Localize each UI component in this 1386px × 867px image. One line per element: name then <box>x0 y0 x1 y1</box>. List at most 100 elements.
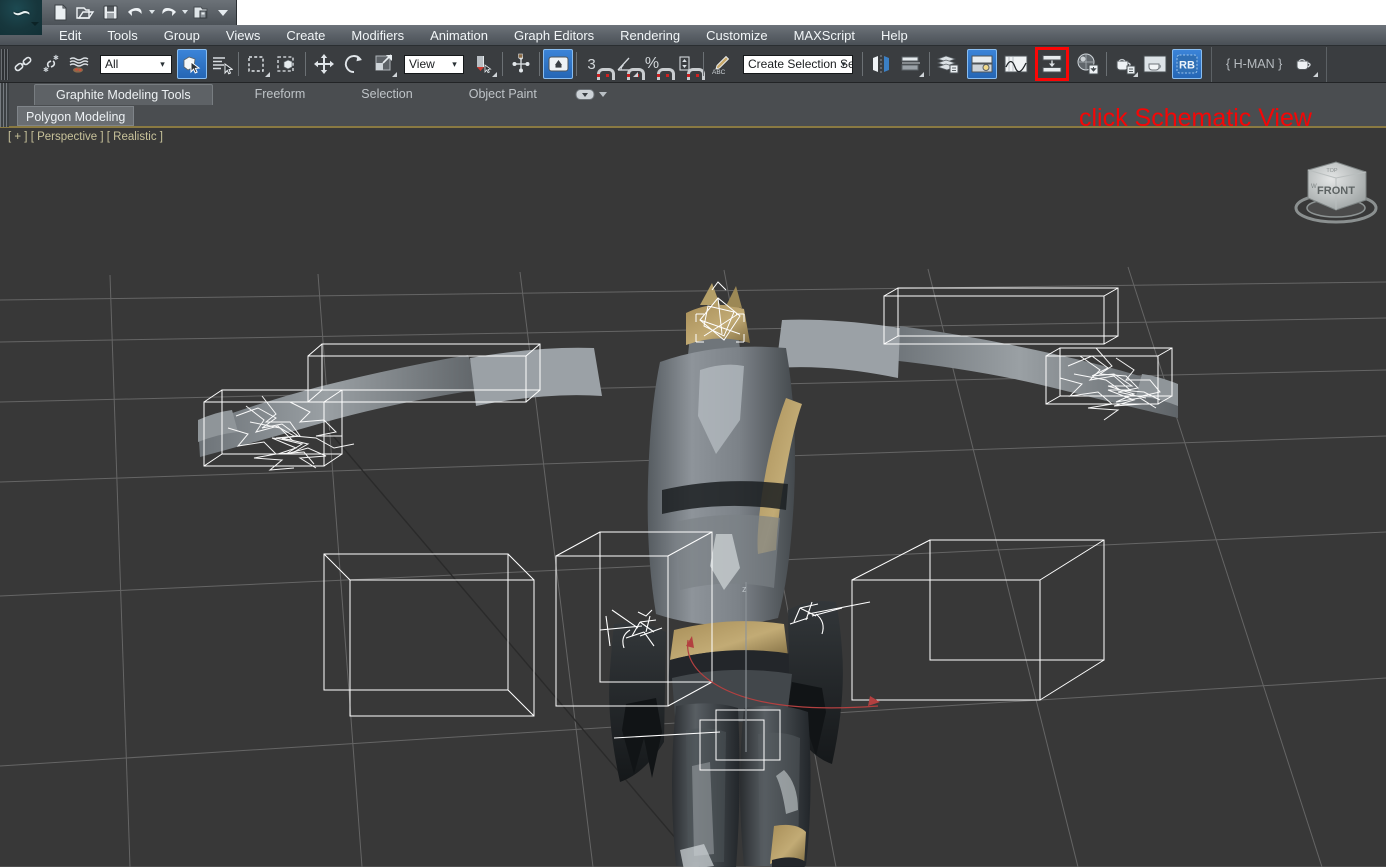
undo-arrow-icon[interactable] <box>123 2 147 23</box>
flyout-caret-icon[interactable] <box>1133 72 1138 77</box>
svg-text:RB: RB <box>1179 60 1195 72</box>
tab-object-paint[interactable]: Object Paint <box>447 84 559 105</box>
snap-magnet-3-icon[interactable]: 3 <box>580 49 615 80</box>
undo-dropdown-caret-icon[interactable] <box>148 2 155 23</box>
angle-snap-magnet-icon[interactable] <box>610 49 645 80</box>
align-icon[interactable] <box>896 49 926 79</box>
selection-filter-combo[interactable]: All ▾ <box>100 54 172 74</box>
toolbar-separator <box>499 51 506 77</box>
chevron-down-icon[interactable]: ▾ <box>154 56 171 73</box>
reference-coordinate-system-value: View <box>409 57 435 71</box>
chevron-down-icon[interactable]: ▾ <box>446 56 463 73</box>
chevron-down-icon[interactable] <box>31 22 39 26</box>
pencil-abc-icon[interactable]: ABC <box>707 49 737 79</box>
window-crossing-cube-icon[interactable] <box>272 49 302 79</box>
percent-snap-magnet-icon[interactable]: % <box>640 49 675 80</box>
unlink-chain-icon[interactable]: ✱ ✱ <box>37 49 65 79</box>
select-by-name-list-icon[interactable] <box>207 49 235 79</box>
manipulate-crosshair-icon[interactable] <box>506 49 536 79</box>
menu-item-group[interactable]: Group <box>151 25 213 46</box>
flyout-caret-icon[interactable] <box>1313 72 1319 77</box>
ribbon-panel-polygon-modeling[interactable]: Polygon Modeling <box>17 105 135 126</box>
teapot-icon[interactable] <box>1290 49 1320 79</box>
quick-access-toolbar-row: ~ <box>0 0 1386 35</box>
keyboard-override-arrow-icon[interactable] <box>543 49 573 79</box>
toolbar-grip[interactable] <box>1 48 9 80</box>
project-folder-icon[interactable] <box>189 2 213 23</box>
viewcube-side-label: W <box>1311 184 1317 190</box>
tab-freeform[interactable]: Freeform <box>233 84 328 105</box>
redo-arrow-icon[interactable] <box>156 2 180 23</box>
scale-square-arrow-icon[interactable] <box>369 49 399 79</box>
menu-item-create[interactable]: Create <box>273 25 338 46</box>
scene-explorer-icon[interactable] <box>967 49 997 79</box>
menu-bar: Edit Tools Group Views Create Modifiers … <box>0 25 1386 46</box>
circular-rotate-arrow-icon[interactable] <box>339 49 369 79</box>
redo-dropdown-caret-icon[interactable] <box>181 2 188 23</box>
menu-item-views[interactable]: Views <box>213 25 273 46</box>
ribbon-overflow-group[interactable] <box>575 84 607 105</box>
schematic-view-highlight-box <box>1035 47 1069 81</box>
tab-graphite-modeling-tools[interactable]: Graphite Modeling Tools <box>34 84 213 105</box>
rendered-frame-teapot-icon[interactable] <box>1140 49 1170 79</box>
workspace-group: { H-MAN } <box>1211 46 1328 82</box>
3dsmax-window: ~ Edit Tools Group Views Create Modifier… <box>0 0 1386 867</box>
flyout-caret-icon[interactable] <box>392 72 397 77</box>
layers-stack-icon[interactable] <box>933 49 963 79</box>
quick-access-customize-caret-icon[interactable] <box>214 2 232 23</box>
save-disk-icon[interactable] <box>98 2 122 23</box>
four-way-move-arrows-icon[interactable] <box>309 49 339 79</box>
viewcube-top-label: TOP <box>1326 168 1338 174</box>
toolbar-separator <box>859 51 866 77</box>
toolbar-separator <box>1103 51 1110 77</box>
material-sphere-icon[interactable] <box>1073 49 1103 79</box>
pivot-center-icon[interactable] <box>469 49 499 79</box>
magnet-icon <box>597 68 615 80</box>
toolbar-separator <box>926 51 933 77</box>
space-warp-icon[interactable] <box>65 49 93 79</box>
reference-coordinate-system-combo[interactable]: View ▾ <box>404 54 464 74</box>
chevron-down-icon[interactable]: ▾ <box>835 56 852 73</box>
flyout-caret-icon[interactable] <box>633 72 638 77</box>
menu-item-maxscript[interactable]: MAXScript <box>781 25 868 46</box>
toolbar-separator <box>302 51 309 77</box>
menu-item-customize[interactable]: Customize <box>693 25 780 46</box>
dashed-rectangle-icon[interactable] <box>242 49 272 79</box>
menu-item-edit[interactable]: Edit <box>46 25 94 46</box>
svg-text:ABC: ABC <box>712 69 726 76</box>
spinner-snap-magnet-icon[interactable] <box>670 49 705 80</box>
flyout-caret-icon[interactable] <box>265 72 270 77</box>
menu-item-graph-editors[interactable]: Graph Editors <box>501 25 607 46</box>
chevron-down-icon[interactable] <box>598 92 607 97</box>
perspective-viewport[interactable]: [ + ] [ Perspective ] [ Realistic ] z FR… <box>0 130 1386 867</box>
ribbon-overflow-icon <box>575 89 595 100</box>
viewcube-navigation-icon: FRONT TOP W <box>1294 161 1378 224</box>
toolbar-separator <box>700 51 707 77</box>
tab-selection[interactable]: Selection <box>339 84 434 105</box>
viewport-label[interactable]: [ + ] [ Perspective ] [ Realistic ] <box>8 131 163 143</box>
render-rb-icon[interactable]: RB <box>1172 49 1202 79</box>
new-file-icon[interactable] <box>48 2 72 23</box>
svg-text:✱: ✱ <box>43 66 49 74</box>
toolbar-separator <box>573 51 580 77</box>
flyout-caret-icon[interactable] <box>919 72 924 77</box>
open-folder-icon[interactable] <box>73 2 97 23</box>
menu-item-animation[interactable]: Animation <box>417 25 501 46</box>
mirror-icon[interactable] <box>866 49 896 79</box>
curve-editor-graph-icon[interactable] <box>1001 49 1031 79</box>
menu-item-tools[interactable]: Tools <box>94 25 150 46</box>
ribbon-panel-row: Polygon Modeling <box>17 105 135 126</box>
select-object-button[interactable] <box>177 49 207 79</box>
menu-item-modifiers[interactable]: Modifiers <box>338 25 417 46</box>
menu-item-help[interactable]: Help <box>868 25 921 46</box>
application-menu-button[interactable]: ~ <box>0 0 42 35</box>
viewcube-face-label: FRONT <box>1317 185 1355 197</box>
named-selection-sets-combo[interactable]: Create Selection Se ▾ <box>743 54 853 74</box>
flyout-caret-icon[interactable] <box>492 72 497 77</box>
render-teapot-setup-icon[interactable] <box>1110 49 1140 79</box>
svg-text:✱: ✱ <box>53 54 59 62</box>
menu-item-rendering[interactable]: Rendering <box>607 25 693 46</box>
schematic-view-icon[interactable] <box>1039 49 1065 79</box>
link-chain-icon[interactable] <box>9 49 37 79</box>
magnet-icon <box>657 68 675 80</box>
